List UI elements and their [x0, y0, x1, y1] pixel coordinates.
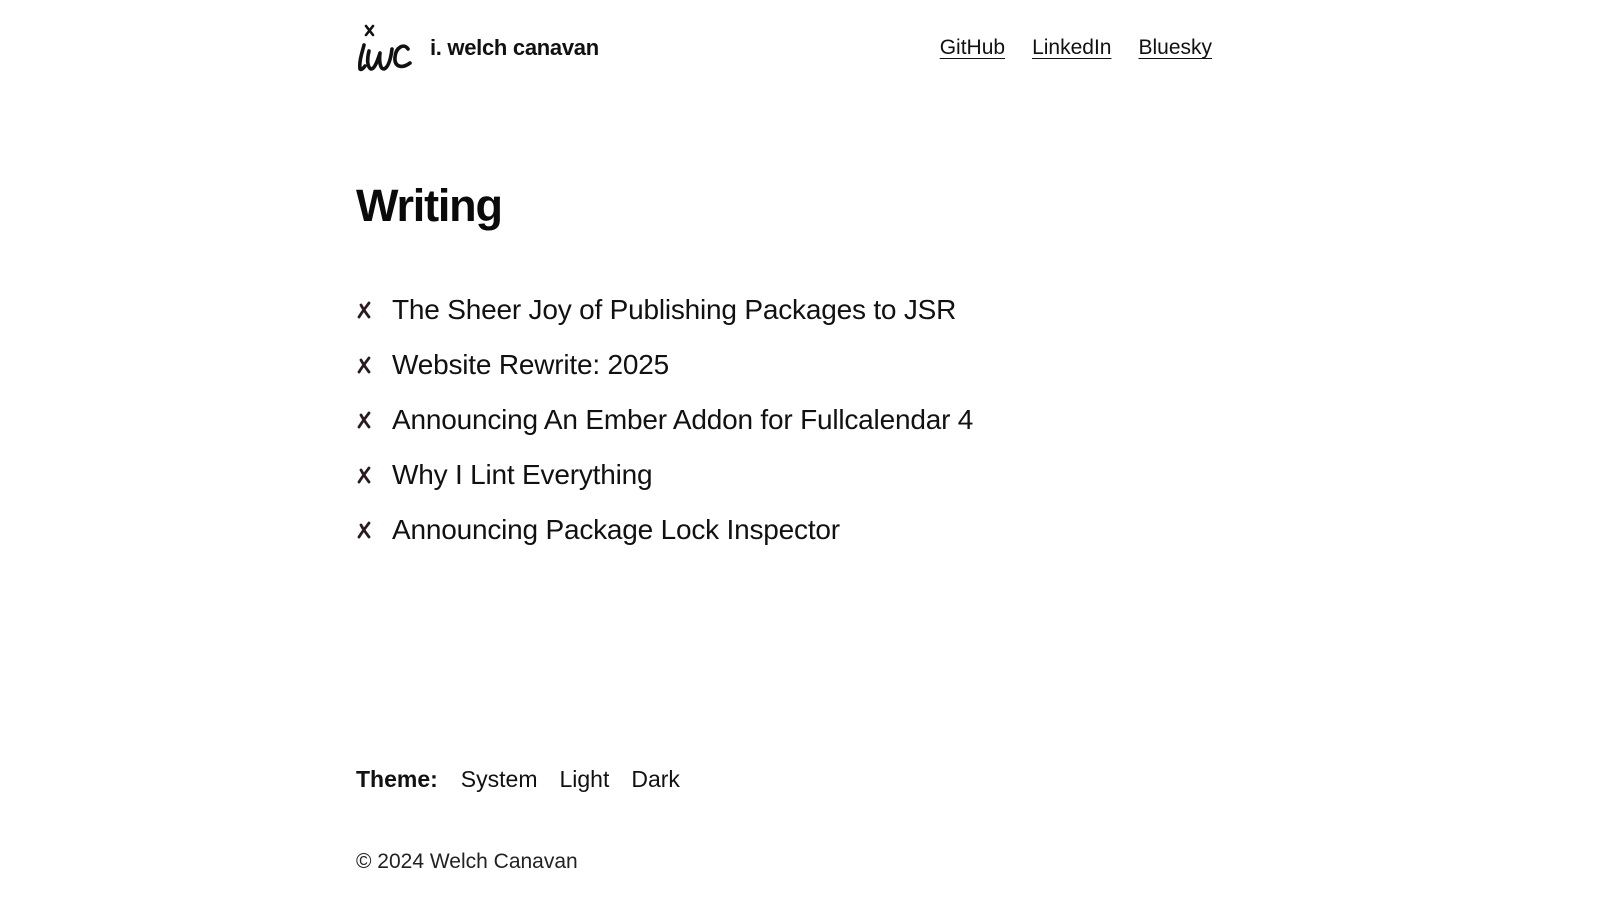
- site-header: i. welch canavan GitHub LinkedIn Bluesky: [356, 22, 1246, 74]
- social-nav: GitHub LinkedIn Bluesky: [940, 36, 1212, 60]
- list-item: The Sheer Joy of Publishing Packages to …: [356, 282, 973, 337]
- list-item: Website Rewrite: 2025: [356, 337, 973, 392]
- iwc-monogram-logo: [358, 24, 412, 72]
- x-mark-icon: [357, 521, 371, 538]
- theme-label: Theme:: [356, 766, 438, 792]
- post-link[interactable]: Why I Lint Everything: [392, 459, 653, 491]
- post-link[interactable]: The Sheer Joy of Publishing Packages to …: [392, 294, 956, 326]
- page-title: Writing: [356, 180, 503, 231]
- page: i. welch canavan GitHub LinkedIn Bluesky…: [0, 0, 1600, 900]
- copyright-text: © 2024 Welch Canavan: [356, 850, 578, 873]
- nav-link-linkedin[interactable]: LinkedIn: [1032, 36, 1111, 60]
- nav-link-bluesky[interactable]: Bluesky: [1138, 36, 1212, 60]
- x-mark-icon: [357, 411, 371, 428]
- home-link[interactable]: i. welch canavan: [356, 23, 599, 73]
- nav-link-github[interactable]: GitHub: [940, 36, 1005, 60]
- x-mark-icon: [357, 356, 371, 373]
- post-link[interactable]: Announcing Package Lock Inspector: [392, 514, 840, 546]
- list-item: Why I Lint Everything: [356, 447, 973, 502]
- list-item: Announcing An Ember Addon for Fullcalend…: [356, 392, 973, 447]
- theme-switcher: Theme: System Light Dark: [356, 766, 702, 793]
- theme-option-dark[interactable]: Dark: [631, 766, 680, 793]
- theme-option-system[interactable]: System: [461, 766, 538, 793]
- post-link[interactable]: Announcing An Ember Addon for Fullcalend…: [392, 404, 973, 436]
- x-mark-icon: [357, 466, 371, 483]
- x-mark-icon: [357, 301, 371, 318]
- site-name: i. welch canavan: [430, 35, 599, 60]
- post-link[interactable]: Website Rewrite: 2025: [392, 349, 669, 381]
- theme-option-light[interactable]: Light: [559, 766, 609, 793]
- list-item: Announcing Package Lock Inspector: [356, 502, 973, 557]
- post-list: The Sheer Joy of Publishing Packages to …: [356, 282, 973, 557]
